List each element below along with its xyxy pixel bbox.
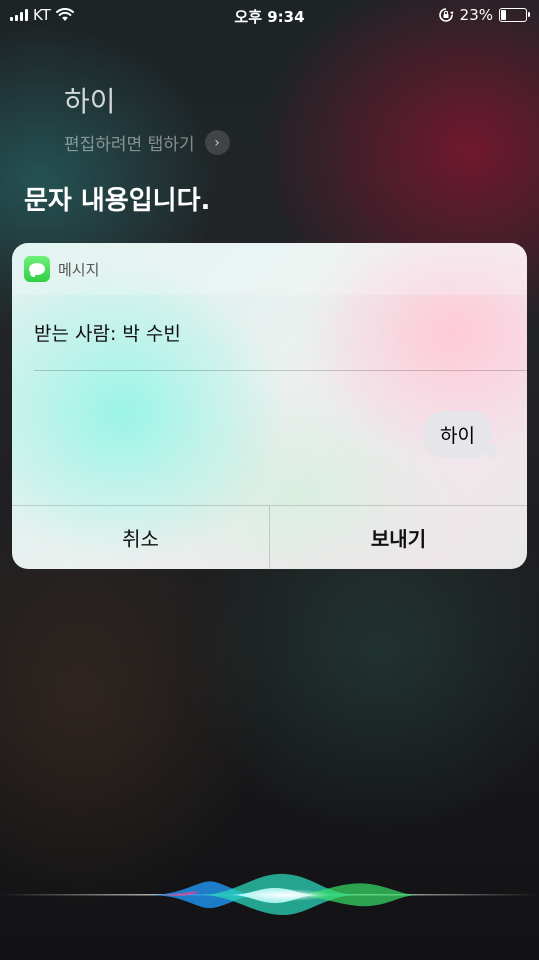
battery-fill <box>501 10 507 20</box>
siri-response-text: 문자 내용입니다. <box>24 186 211 216</box>
cancel-button[interactable]: 취소 <box>12 506 269 569</box>
rotation-lock-icon <box>438 8 454 22</box>
siri-waveform-icon[interactable] <box>0 860 539 930</box>
app-name: 메시지 <box>58 260 100 279</box>
card-header: 메시지 <box>12 243 527 295</box>
card-actions: 취소 보내기 <box>12 505 527 569</box>
recipient-line: 받는 사람: 박 수빈 <box>34 323 181 345</box>
status-right: 23% <box>438 6 530 24</box>
battery-percent: 23% <box>459 6 493 24</box>
siri-query-text[interactable]: 하이 <box>64 80 116 120</box>
message-text: 하이 <box>440 425 475 447</box>
messages-app-icon <box>24 256 50 282</box>
status-bar: KT 오후 9:34 23% <box>0 0 539 32</box>
chevron-right-icon[interactable]: › <box>204 130 230 155</box>
battery-icon <box>499 8 530 22</box>
message-bubble[interactable]: 하이 <box>424 411 496 458</box>
send-button[interactable]: 보내기 <box>269 506 527 569</box>
edit-hint[interactable]: 편집하려면 탭하기 › <box>64 130 230 155</box>
message-card: 메시지 받는 사람: 박 수빈 하이 취소 보내기 <box>12 243 527 569</box>
edit-hint-label: 편집하려면 탭하기 <box>64 135 195 155</box>
divider <box>34 370 527 371</box>
